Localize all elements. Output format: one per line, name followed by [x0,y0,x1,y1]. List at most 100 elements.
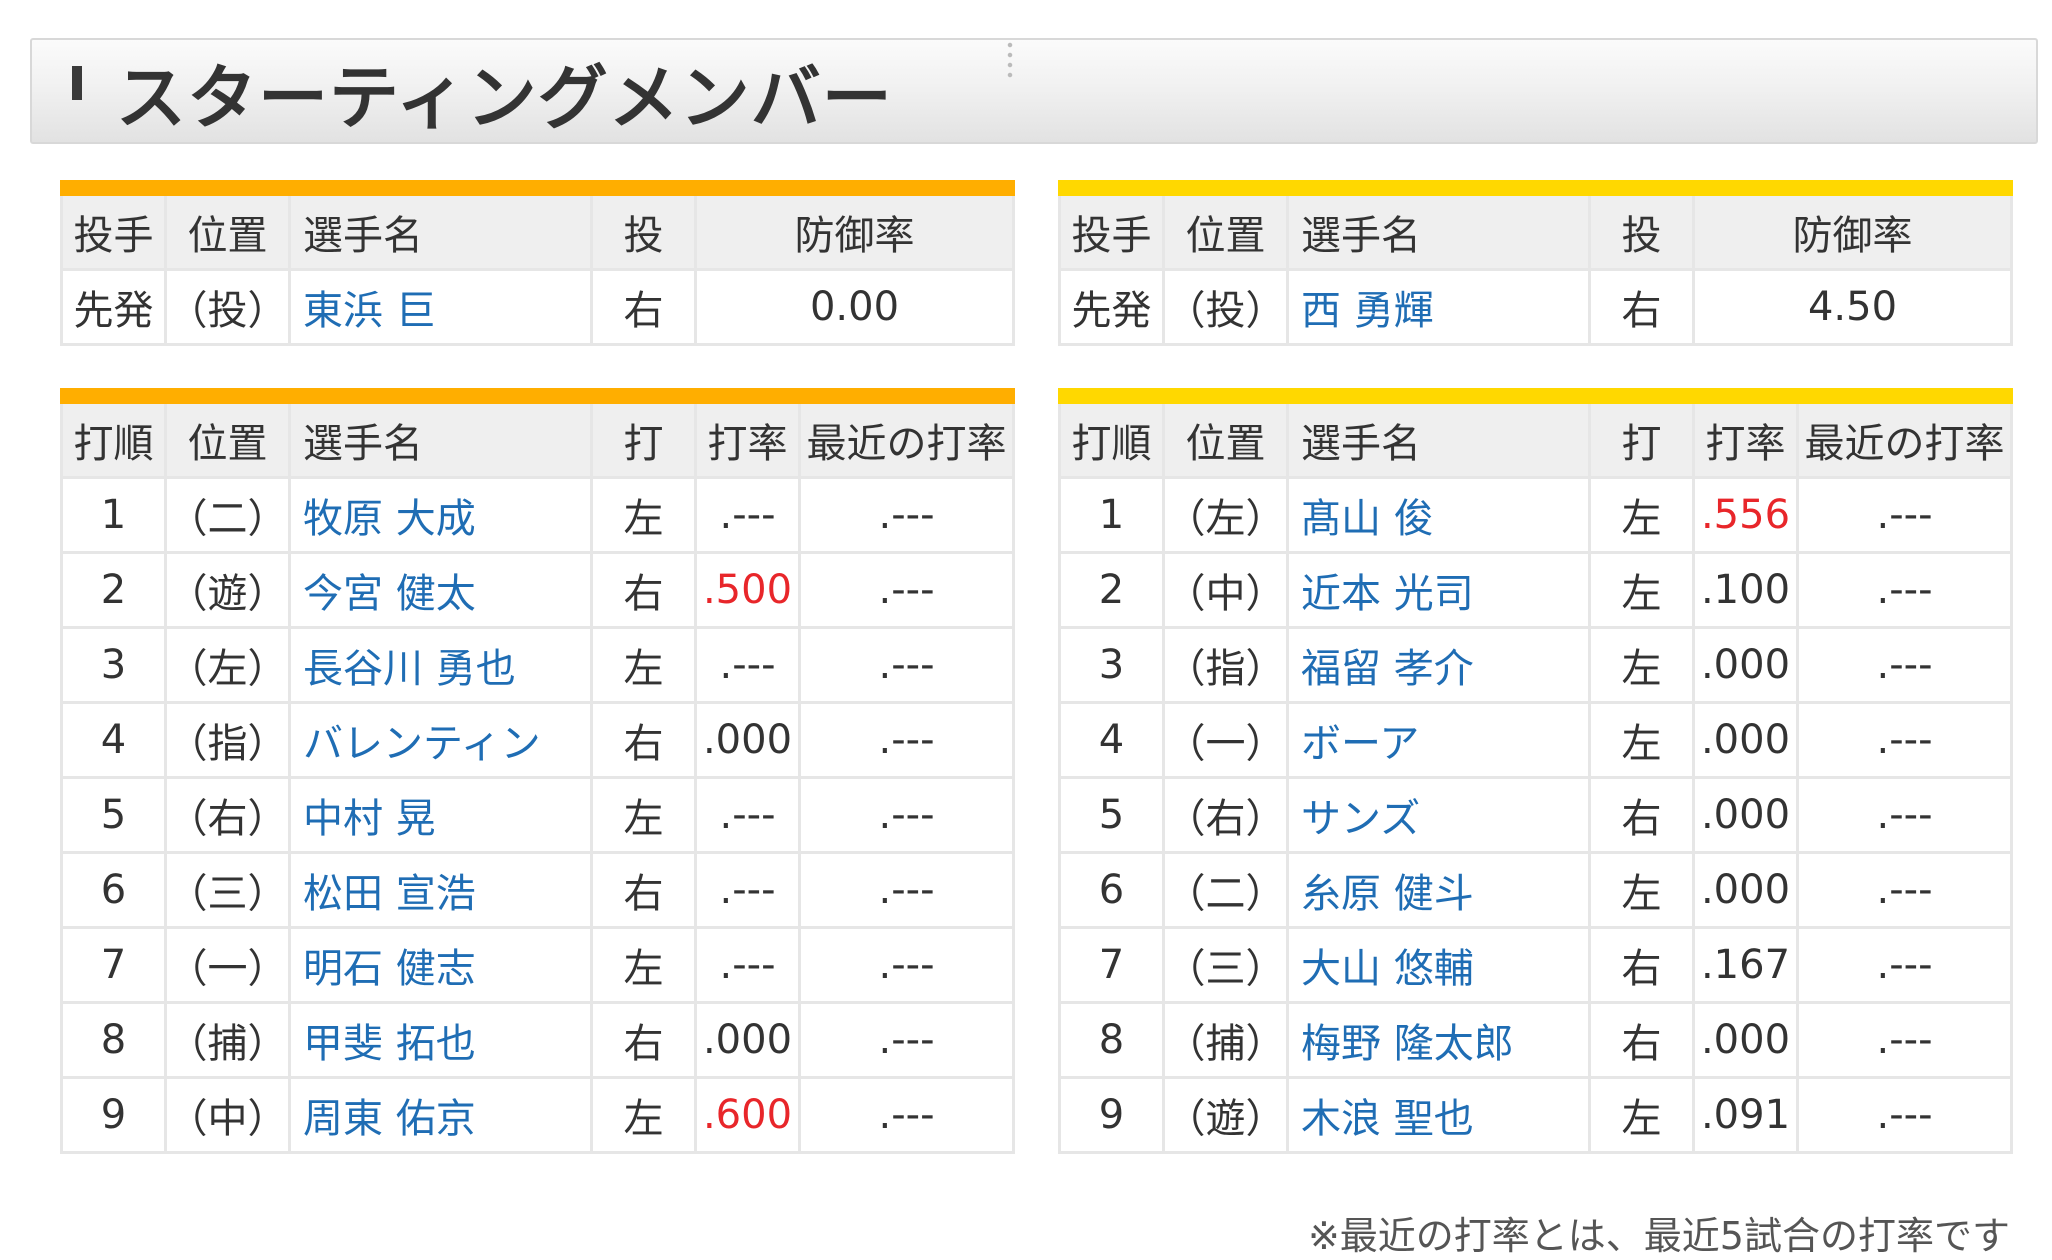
pitcher-name-link[interactable]: 西 勇輝 [1286,268,1591,346]
batter-average: .--- [694,851,801,929]
batter-recent-average: .--- [1796,476,2013,554]
batter-row: 7 （三） 大山 悠輔右 .167 .--- [1058,926,2013,1004]
header-recent-average: 最近の打率 [1796,394,2013,479]
batter-average: .--- [694,776,801,854]
batter-position: （指） [164,701,291,779]
batter-name-link[interactable]: 松田 宣浩 [288,851,593,929]
batter-bats: 左 [590,626,697,704]
batter-average: .091 [1692,1076,1799,1154]
batter-bats: 左 [590,776,697,854]
batting-order: 6 [60,851,167,929]
batter-recent-average: .--- [798,851,1015,929]
batter-name-link[interactable]: 長谷川 勇也 [288,626,593,704]
footnote: ※最近の打率とは、最近5試合の打率です [1307,1214,2010,1258]
batting-order: 6 [1058,851,1165,929]
batter-row: 6 （二） 糸原 健斗左 .000 .--- [1058,851,2013,929]
header-batting-order: 打順 [60,394,167,479]
batter-average: .--- [694,476,801,554]
batter-row: 4 （一） ボーア左 .000 .--- [1058,701,2013,779]
batter-average: .--- [694,926,801,1004]
batter-position: （左） [164,626,291,704]
batter-name-link[interactable]: 梅野 隆太郎 [1286,1001,1591,1079]
pitcher-name-link[interactable]: 東浜 巨 [288,268,593,346]
batter-row: 3 （指） 福留 孝介左 .000 .--- [1058,626,2013,704]
header-position: 位置 [1162,186,1289,271]
batter-name-link[interactable]: 中村 晃 [288,776,593,854]
batter-recent-average: .--- [798,1076,1015,1154]
batter-bats: 左 [1588,551,1695,629]
pitcher-role: 先発 [60,268,167,346]
header-throws: 投 [590,186,697,271]
header-player-name: 選手名 [1286,186,1591,271]
pitcher-role: 先発 [1058,268,1165,346]
batter-name-link[interactable]: 牧原 大成 [288,476,593,554]
batter-bats: 右 [590,1001,697,1079]
batter-name-link[interactable]: 大山 悠輔 [1286,926,1591,1004]
batter-bats: 左 [1588,851,1695,929]
batter-name-link[interactable]: 周東 佑京 [288,1076,593,1154]
left-batting-order-table: 打順 位置 選手名 打 打率 最近の打率 1 （二） 牧原 大成左 .--- .--- 2… [60,388,1015,1154]
batter-bats: 右 [1588,926,1695,1004]
batter-name-link[interactable]: サンズ [1286,776,1591,854]
batter-average: .100 [1692,551,1799,629]
batter-position: （捕） [164,1001,291,1079]
batting-order: 3 [1058,626,1165,704]
batter-row: 6 （三） 松田 宣浩右 .--- .--- [60,851,1015,929]
pitcher-position: （投） [1162,268,1289,346]
batter-recent-average: .--- [1796,551,2013,629]
section-title: スターティングメンバー [116,57,893,139]
batter-name-link[interactable]: ボーア [1286,701,1591,779]
header-bats: 打 [590,394,697,479]
pitcher-throws: 右 [590,268,697,346]
batter-average: .000 [694,1001,801,1079]
batter-recent-average: .--- [1796,1001,2013,1079]
batter-name-link[interactable]: バレンティン [288,701,593,779]
header-bar-mark [72,66,82,100]
batter-row: 8 （捕） 甲斐 拓也右 .000 .--- [60,1001,1015,1079]
header-position: 位置 [164,186,291,271]
batter-name-link[interactable]: 明石 健志 [288,926,593,1004]
batter-bats: 左 [1588,476,1695,554]
batter-row: 3 （左） 長谷川 勇也左 .--- .--- [60,626,1015,704]
batter-bats: 左 [1588,701,1695,779]
grip-dots-icon [1007,40,1013,80]
batter-name-link[interactable]: 近本 光司 [1286,551,1591,629]
batter-recent-average: .--- [1796,626,2013,704]
batter-position: （遊） [164,551,291,629]
batting-order: 1 [60,476,167,554]
batter-bats: 左 [590,476,697,554]
batter-row: 5 （右） サンズ右 .000 .--- [1058,776,2013,854]
batter-position: （指） [1162,626,1289,704]
batter-name-link[interactable]: 甲斐 拓也 [288,1001,593,1079]
batter-average: .556 [1692,476,1799,554]
batter-position: （二） [1162,851,1289,929]
batter-position: （三） [164,851,291,929]
batting-order: 2 [60,551,167,629]
header-era: 防御率 [1692,186,2013,271]
batting-order: 1 [1058,476,1165,554]
right-batting-order-table: 打順 位置 選手名 打 打率 最近の打率 1 （左） 髙山 俊左 .556 .--- 2 （… [1058,388,2013,1154]
batter-row: 9 （遊） 木浪 聖也左 .091 .--- [1058,1076,2013,1154]
batter-position: （遊） [1162,1076,1289,1154]
batter-position: （中） [164,1076,291,1154]
batting-order: 7 [60,926,167,1004]
batter-bats: 左 [590,926,697,1004]
batter-name-link[interactable]: 木浪 聖也 [1286,1076,1591,1154]
batter-average: .000 [1692,776,1799,854]
header-player-name: 選手名 [1286,394,1591,479]
batter-name-link[interactable]: 今宮 健太 [288,551,593,629]
header-era: 防御率 [694,186,1015,271]
batter-row: 1 （二） 牧原 大成左 .--- .--- [60,476,1015,554]
batter-name-link[interactable]: 福留 孝介 [1286,626,1591,704]
header-position: 位置 [164,394,291,479]
batter-recent-average: .--- [1796,776,2013,854]
batter-average: .000 [1692,851,1799,929]
batting-order: 8 [60,1001,167,1079]
batter-name-link[interactable]: 髙山 俊 [1286,476,1591,554]
batter-bats: 右 [590,851,697,929]
batter-row: 1 （左） 髙山 俊左 .556 .--- [1058,476,2013,554]
batter-name-link[interactable]: 糸原 健斗 [1286,851,1591,929]
batter-recent-average: .--- [798,476,1015,554]
batter-bats: 左 [1588,626,1695,704]
pitcher-position: （投） [164,268,291,346]
